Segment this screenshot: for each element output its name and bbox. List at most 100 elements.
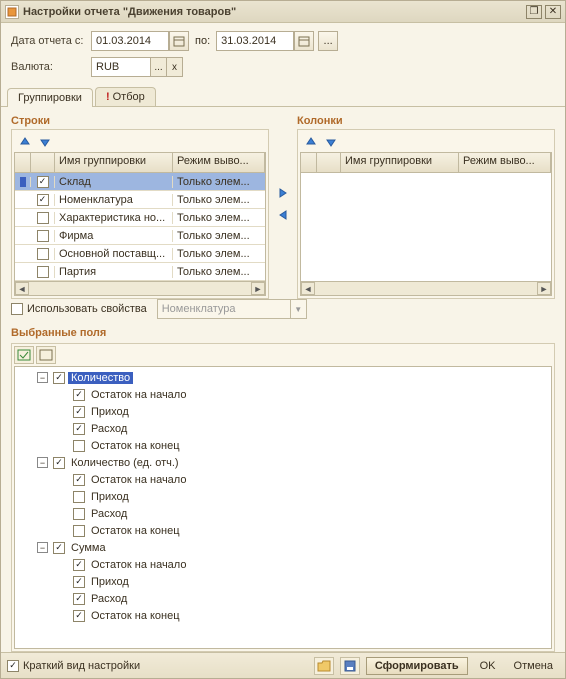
table-row[interactable]: СкладТолько элем... — [15, 173, 265, 191]
rows-col-name: Имя группировки — [55, 153, 173, 172]
save-button[interactable] — [340, 657, 360, 675]
tab-groupings[interactable]: Группировки — [7, 88, 93, 107]
tree-node[interactable]: −Сумма — [15, 539, 551, 556]
tree-node[interactable]: Расход — [15, 505, 551, 522]
tree-toggle[interactable]: − — [37, 372, 48, 383]
tree-toggle[interactable]: − — [37, 542, 48, 553]
tree-checkbox[interactable] — [53, 542, 65, 554]
tree-node[interactable]: Остаток на начало — [15, 556, 551, 573]
date-from-calendar-button[interactable] — [169, 31, 189, 51]
tree-node[interactable]: Расход — [15, 420, 551, 437]
date-more-button[interactable]: ... — [318, 31, 338, 51]
rows-title: Строки — [11, 115, 269, 127]
chevron-down-icon: ▼ — [290, 300, 306, 318]
tree-node[interactable]: Остаток на конец — [15, 437, 551, 454]
exclamation-icon: ! — [106, 91, 110, 103]
table-icon — [39, 349, 53, 361]
tree-checkbox[interactable] — [73, 474, 85, 486]
tree-checkbox[interactable] — [73, 389, 85, 401]
generate-button[interactable]: Сформировать — [366, 657, 468, 675]
date-to-input[interactable]: 31.03.2014 — [216, 31, 294, 51]
row-checkbox[interactable] — [37, 176, 49, 188]
fields-tree: −КоличествоОстаток на началоПриходРасход… — [14, 366, 552, 649]
tree-node[interactable]: Приход — [15, 488, 551, 505]
close-button[interactable]: ✕ — [545, 5, 561, 19]
tree-label: Остаток на конец — [88, 610, 183, 622]
tree-node[interactable]: Остаток на конец — [15, 607, 551, 624]
tree-node[interactable]: −Количество — [15, 369, 551, 386]
tree-checkbox[interactable] — [73, 525, 85, 537]
tree-checkbox[interactable] — [73, 406, 85, 418]
row-checkbox[interactable] — [37, 212, 49, 224]
check-table-icon — [17, 349, 31, 361]
tree-node[interactable]: Остаток на конец — [15, 522, 551, 539]
row-checkbox[interactable] — [37, 248, 49, 260]
currency-value: RUB — [92, 58, 150, 76]
table-row[interactable]: НоменклатураТолько элем... — [15, 191, 265, 209]
row-name: Склад — [55, 176, 173, 188]
maximize-button[interactable]: ❐ — [526, 5, 542, 19]
tree-node[interactable]: Приход — [15, 403, 551, 420]
table-row[interactable]: Характеристика но...Только элем... — [15, 209, 265, 227]
tree-checkbox[interactable] — [73, 610, 85, 622]
short-view-checkbox[interactable] — [7, 660, 19, 672]
uncheck-all-button[interactable] — [36, 346, 56, 364]
tree-checkbox[interactable] — [73, 440, 85, 452]
tree-checkbox[interactable] — [73, 508, 85, 520]
folder-icon — [317, 660, 331, 672]
calendar-icon — [298, 35, 310, 47]
row-checkbox[interactable] — [37, 230, 49, 242]
table-row[interactable]: ПартияТолько элем... — [15, 263, 265, 281]
use-properties-checkbox[interactable] — [11, 303, 23, 315]
tab-filter[interactable]: ! Отбор — [95, 87, 156, 106]
table-row[interactable]: Основной поставщ...Только элем... — [15, 245, 265, 263]
row-mode: Только элем... — [173, 248, 265, 260]
tree-checkbox[interactable] — [73, 423, 85, 435]
folder-button[interactable] — [314, 657, 334, 675]
currency-clear-button[interactable]: x — [166, 58, 182, 76]
rows-col-mode: Режим выво... — [173, 153, 265, 172]
check-all-button[interactable] — [14, 346, 34, 364]
tree-checkbox[interactable] — [73, 576, 85, 588]
row-name: Основной поставщ... — [55, 248, 173, 260]
row-checkbox[interactable] — [37, 266, 49, 278]
tree-node[interactable]: Остаток на начало — [15, 386, 551, 403]
date-to-calendar-button[interactable] — [294, 31, 314, 51]
tree-label: Приход — [88, 406, 132, 418]
use-properties-combo[interactable]: Номенклатура ▼ — [157, 299, 307, 319]
cols-move-up-button[interactable] — [302, 134, 320, 150]
tree-checkbox[interactable] — [73, 593, 85, 605]
tree-checkbox[interactable] — [73, 559, 85, 571]
tree-checkbox[interactable] — [73, 491, 85, 503]
cols-move-down-button[interactable] — [322, 134, 340, 150]
tree-label: Остаток на конец — [88, 440, 183, 452]
tree-node[interactable]: Приход — [15, 573, 551, 590]
currency-combo[interactable]: RUB ... x — [91, 57, 183, 77]
cancel-button[interactable]: Отмена — [508, 658, 559, 674]
currency-more-button[interactable]: ... — [150, 58, 166, 76]
cols-h-scrollbar[interactable]: ◄► — [301, 281, 551, 295]
tree-checkbox[interactable] — [53, 372, 65, 384]
tree-node[interactable]: Расход — [15, 590, 551, 607]
row-checkbox[interactable] — [37, 194, 49, 206]
tree-node[interactable]: Остаток на начало — [15, 471, 551, 488]
rows-move-down-button[interactable] — [36, 134, 54, 150]
short-view-label: Краткий вид настройки — [23, 660, 140, 672]
tree-toggle[interactable]: − — [37, 457, 48, 468]
cols-col-mode: Режим выво... — [459, 153, 551, 172]
tree-label: Остаток на начало — [88, 474, 189, 486]
titlebar: Настройки отчета "Движения товаров" ❐ ✕ — [1, 1, 565, 23]
row-mode: Только элем... — [173, 212, 265, 224]
move-to-rows-button[interactable] — [274, 207, 292, 223]
row-name: Партия — [55, 266, 173, 278]
tree-label: Остаток на начало — [88, 389, 189, 401]
table-row[interactable]: ФирмаТолько элем... — [15, 227, 265, 245]
move-to-cols-button[interactable] — [274, 185, 292, 201]
ok-button[interactable]: OK — [474, 658, 502, 674]
date-from-input[interactable]: 01.03.2014 — [91, 31, 169, 51]
tree-node[interactable]: −Количество (ед. отч.) — [15, 454, 551, 471]
cols-title: Колонки — [297, 115, 555, 127]
tree-checkbox[interactable] — [53, 457, 65, 469]
rows-move-up-button[interactable] — [16, 134, 34, 150]
rows-h-scrollbar[interactable]: ◄► — [15, 281, 265, 295]
